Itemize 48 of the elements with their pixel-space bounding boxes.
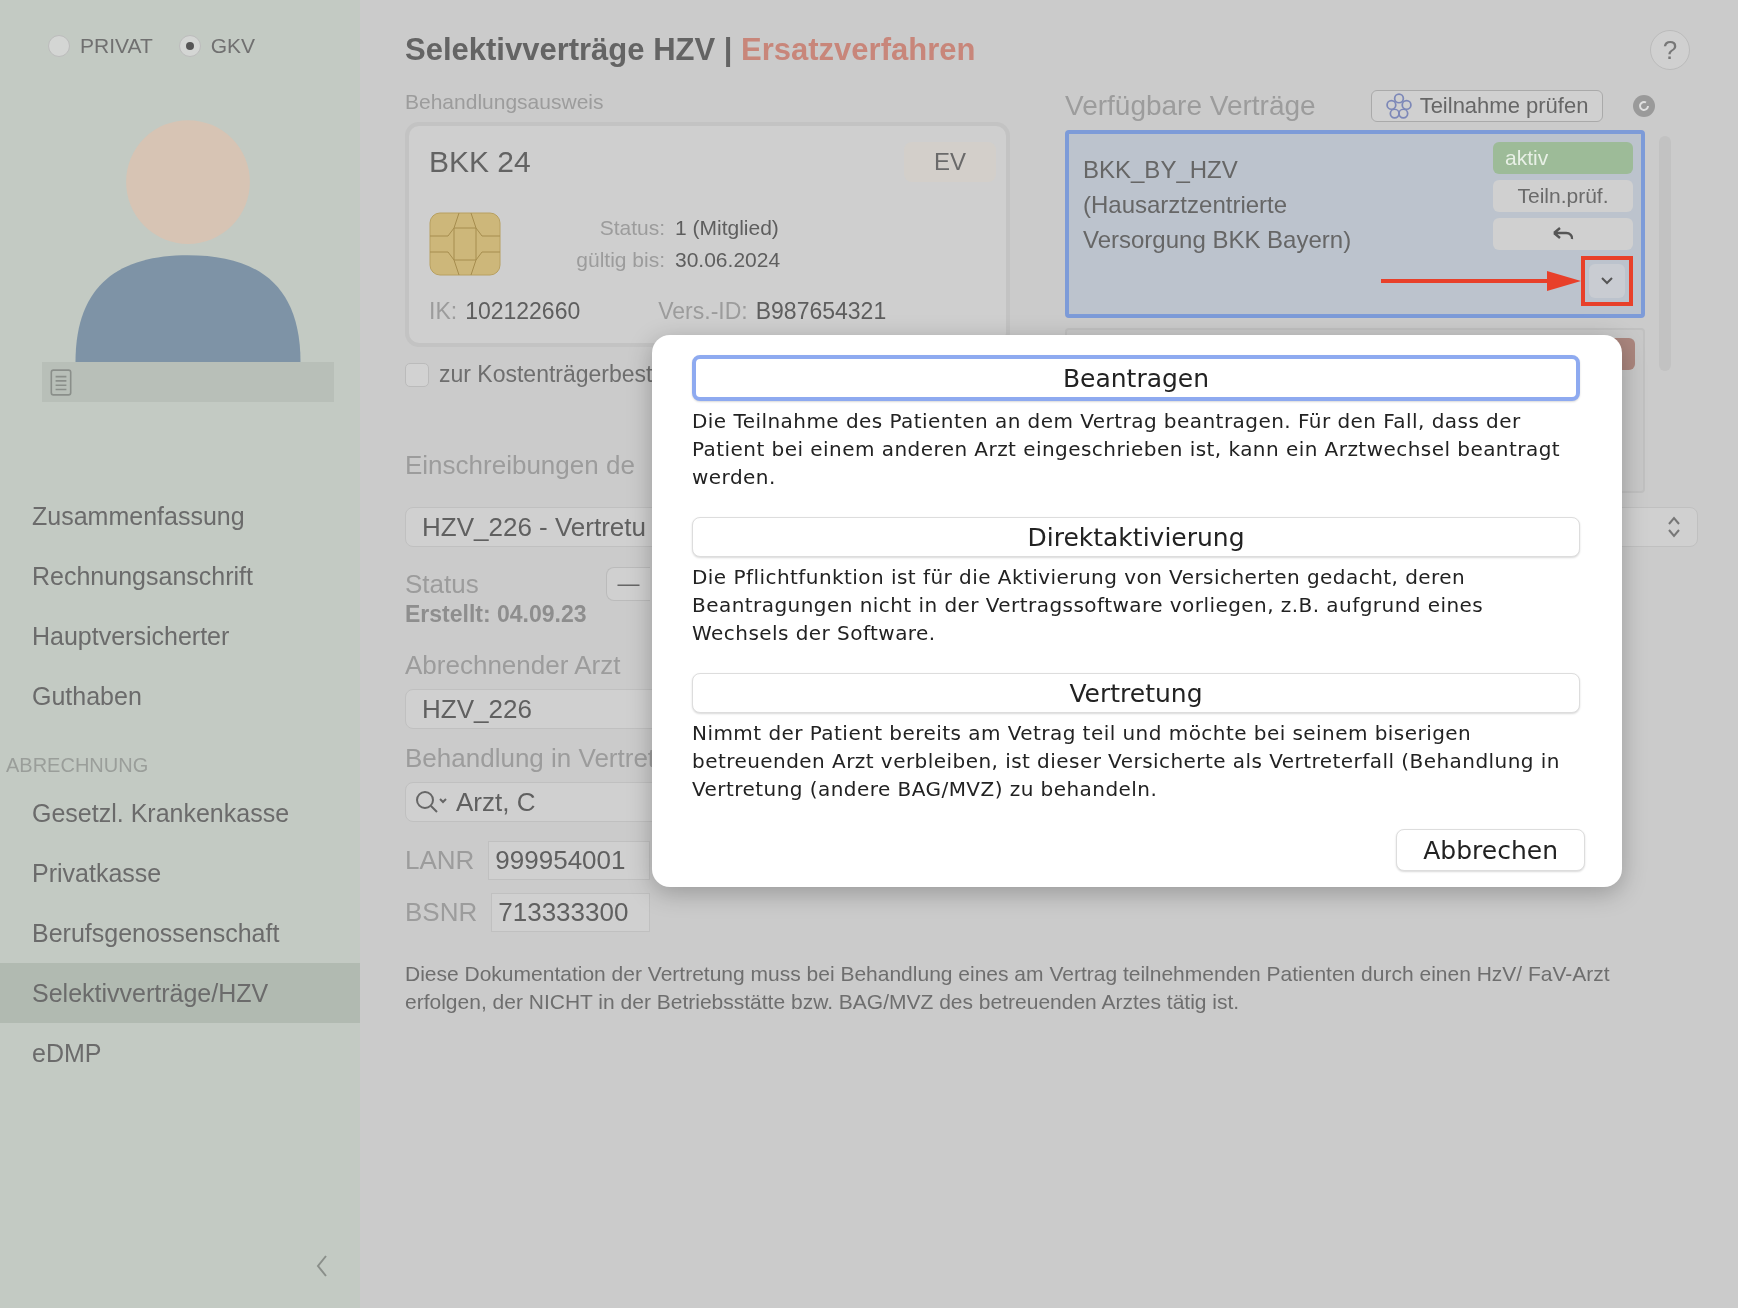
option-button[interactable]: Vertretung xyxy=(692,673,1580,713)
option-button[interactable]: Direktaktivierung xyxy=(692,517,1580,557)
page-title: Selektivverträge HZV | Ersatzverfahren xyxy=(405,32,976,68)
expand-button[interactable] xyxy=(1589,264,1625,298)
bsnr-field[interactable]: 713333300 xyxy=(491,892,650,932)
option-description: Die Pflichtfunktion ist für die Aktivierung von Versicherten gedacht, deren Beantragungen nicht in der Vertragssoftware vorliegen, z.B. aufgrund eines Wechsels der Software. xyxy=(692,564,1485,647)
help-button[interactable]: ? xyxy=(1650,30,1690,70)
option-button[interactable]: Beantragen xyxy=(692,355,1580,401)
sidebar-item[interactable]: Hauptversicherter xyxy=(0,606,360,666)
sidebar-item[interactable]: eDMP xyxy=(0,1023,360,1083)
chip-icon xyxy=(429,212,501,276)
field-value: 30.06.2024 xyxy=(675,248,781,272)
sidebar-item[interactable]: Berufsgenossenschaft xyxy=(0,903,360,963)
sidebar-item[interactable]: Guthaben xyxy=(0,666,360,726)
note-text: Diese Dokumentation der Vertretung muss bei Behandlung eines am Vertrag teilnehmenden Patienten durch einen HzV/ FaV-Arzt erfolgen, der NICHT in der Betriebsstätte bzw. BAG/MVZ des betreuenden Arztes tätig ist. xyxy=(405,961,1611,1015)
insurer-name: BKK 24 xyxy=(429,145,531,179)
field-value: 1 (Mitglied) xyxy=(675,216,780,240)
undo-button[interactable] xyxy=(1493,218,1633,250)
undo-icon xyxy=(1551,226,1575,242)
participation-check-button[interactable]: Teiln.prüf. xyxy=(1493,180,1633,212)
clipboard-list-icon[interactable] xyxy=(50,368,72,396)
ev-button[interactable]: EV xyxy=(904,142,996,182)
sidebar-item[interactable]: Selektivverträge/HZV xyxy=(0,963,360,1023)
check-participation-button[interactable]: Teilnahme prüfen xyxy=(1370,90,1604,122)
option-description: Die Teilnahme des Patienten an dem Vertrag beantragen. Für den Fall, dass der Patient bei einem anderen Arzt eingeschrieben ist, kann ein Arztwechsel beantragt werden. xyxy=(692,408,1562,491)
flower-icon xyxy=(1385,93,1412,119)
checkbox-label: zur Kostenträgerbest xyxy=(439,361,653,388)
status-button[interactable]: — xyxy=(606,567,650,601)
option-description: Nimmt der Patient bereits am Vetrag teil und möchte bei seinem biserigen betreuenden Arzt verbleiben, ist dieser Versicherte als Vertreterfall (Behandlung in Vertretung (andere BAG/MVZ) zu behandeln. xyxy=(692,720,1561,803)
sidebar-item[interactable]: Gesetzl. Krankenkasse xyxy=(0,783,360,843)
cancel-button[interactable]: Abbrechen xyxy=(1396,829,1585,871)
field-value: B987654321 xyxy=(755,298,887,325)
refresh-icon[interactable] xyxy=(1632,94,1657,118)
contract-card[interactable]: BKK_BY_HZV (Hausarztzentrierte Versorgung BKK Bayern) aktiv Teiln.prüf. xyxy=(1065,130,1645,318)
lanr-field[interactable]: 999954001 xyxy=(488,840,650,880)
search-icon xyxy=(414,789,448,815)
sidebar-item[interactable]: Privatkasse xyxy=(0,843,360,903)
created-date: Erstellt: 04.09.23 xyxy=(405,601,588,628)
status-badge: aktiv xyxy=(1493,142,1633,174)
chevron-down-icon xyxy=(1600,276,1614,286)
contract-name: BKK_BY_HZV (Hausarztzentrierte Versorgung BKK Bayern) xyxy=(1083,155,1353,255)
insurance-radio[interactable]: GKV xyxy=(178,34,256,58)
sidebar-item[interactable]: Zusammenfassung xyxy=(0,486,360,546)
field-value: 102122660 xyxy=(465,298,581,325)
insurance-radio[interactable]: PRIVAT xyxy=(48,34,153,58)
sidebar-item[interactable]: Rechnungsanschrift xyxy=(0,546,360,606)
collapse-chevron-icon[interactable] xyxy=(315,1254,329,1278)
stepper-icon xyxy=(1667,515,1681,539)
